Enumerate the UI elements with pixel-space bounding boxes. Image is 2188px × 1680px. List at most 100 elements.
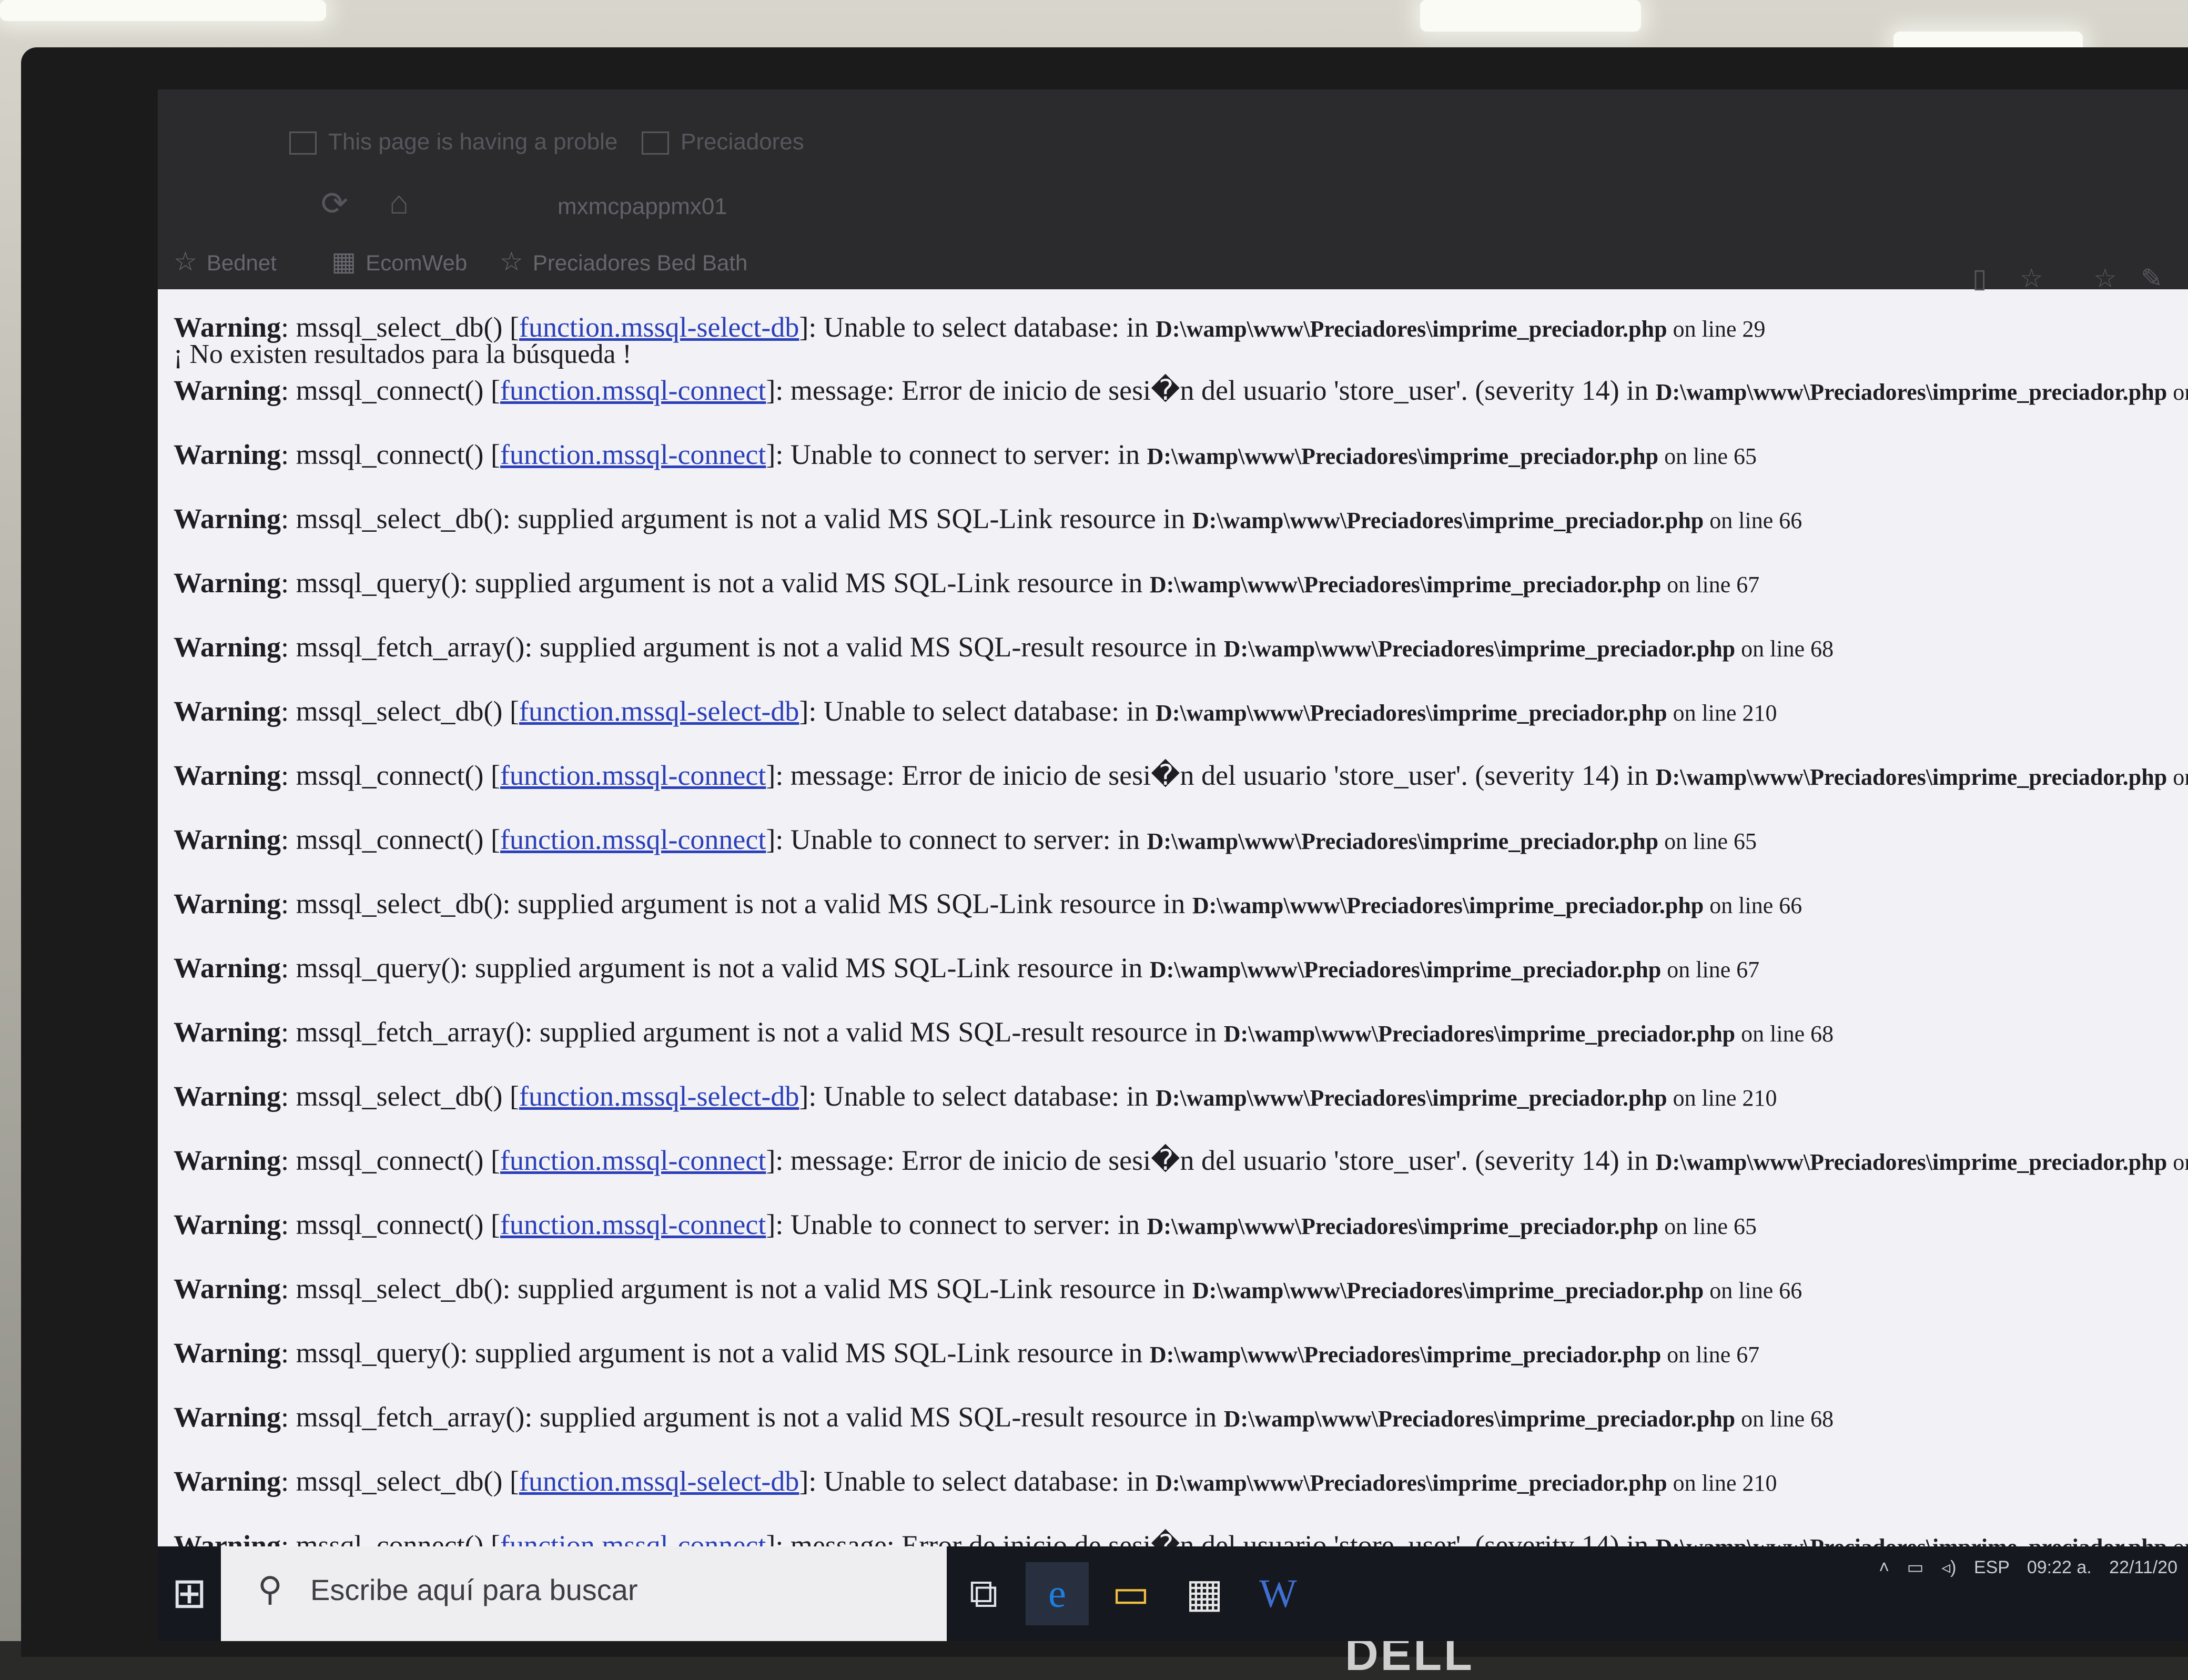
function-name: : mssql_connect() [ <box>281 760 500 791</box>
warning-message: ]: message: Error de inicio de sesi�n de… <box>766 375 1656 406</box>
ceiling-light <box>1420 0 1641 32</box>
function-doc-link[interactable]: function.mssql-connect <box>500 824 766 855</box>
function-name: : mssql_query(): supplied argument is no… <box>281 952 1150 984</box>
warning-line: Warning: mssql_query(): supplied argumen… <box>174 951 1759 987</box>
function-name: : mssql_connect() [ <box>281 1209 500 1240</box>
taskbar-search[interactable]: ⚲ Escribe aquí para buscar <box>221 1546 947 1641</box>
function-doc-link[interactable]: function.mssql-select-db <box>519 1080 799 1112</box>
start-button[interactable]: ⊞ <box>158 1546 221 1641</box>
store-icon[interactable]: ▦ <box>1173 1562 1236 1625</box>
search-placeholder: Escribe aquí para buscar <box>310 1573 638 1606</box>
warning-label: Warning <box>174 1337 281 1369</box>
browser-chrome: This page is having a proble Preciadores… <box>158 89 2188 293</box>
warning-line: Warning: mssql_connect() [function.mssql… <box>174 438 1757 473</box>
warning-label: Warning <box>174 1465 281 1497</box>
function-name: : mssql_connect() [ <box>281 439 500 470</box>
clock-time[interactable]: 09:22 a. <box>2027 1557 2092 1577</box>
line-number: on line 65 <box>1658 1213 1757 1239</box>
function-name: : mssql_fetch_array(): supplied argument… <box>281 1401 1224 1433</box>
line-number: on line 68 <box>1735 1406 1834 1432</box>
warning-label: Warning <box>174 375 281 406</box>
function-doc-link[interactable]: function.mssql-select-db <box>519 695 799 727</box>
warning-message: ]: Unable to connect to server: in <box>766 439 1147 470</box>
line-number: on line 65 <box>1658 828 1757 854</box>
favorite-preciadores[interactable]: ☆ Preciadores Bed Bath <box>500 246 747 277</box>
file-path: D:\wamp\www\Preciadores\imprime_preciado… <box>1147 828 1659 854</box>
file-path: D:\wamp\www\Preciadores\imprime_preciado… <box>1223 1406 1736 1432</box>
warning-label: Warning <box>174 567 281 599</box>
function-name: : mssql_select_db(): supplied argument i… <box>281 503 1192 534</box>
warning-message: ]: message: Error de inicio de sesi�n de… <box>766 760 1656 791</box>
line-number: on line 66 <box>1704 893 1802 918</box>
warning-line: Warning: mssql_fetch_array(): supplied a… <box>174 1400 1834 1436</box>
function-name: : mssql_connect() [ <box>281 824 500 855</box>
warning-message: ]: Unable to select database: in <box>799 311 1156 343</box>
favorites-hub-icon[interactable]: ☆ <box>2093 263 2117 294</box>
favorite-label: EcomWeb <box>366 250 468 275</box>
system-tray: ˄ ▭ ◃) ESP 09:22 a. 22/11/20 <box>1866 1557 2177 1578</box>
line-number: on line 65 <box>1658 443 1757 469</box>
chevron-up-icon[interactable]: ˄ <box>1879 1557 1889 1577</box>
function-doc-link[interactable]: function.mssql-connect <box>500 439 766 470</box>
line-number: on line 210 <box>1667 700 1777 726</box>
function-doc-link[interactable]: function.mssql-connect <box>500 375 766 406</box>
warning-line: Warning: mssql_select_db(): supplied arg… <box>174 887 1802 923</box>
function-name: : mssql_fetch_array(): supplied argument… <box>281 631 1224 663</box>
pen-icon[interactable]: ✎ <box>2141 263 2163 294</box>
favorite-bednet[interactable]: ☆ Bednet <box>174 246 277 277</box>
language-indicator[interactable]: ESP <box>1974 1557 2009 1577</box>
file-path: D:\wamp\www\Preciadores\imprime_preciado… <box>1655 764 2167 790</box>
warning-line: Warning: mssql_fetch_array(): supplied a… <box>174 630 1834 666</box>
warning-line: Warning: mssql_query(): supplied argumen… <box>174 1336 1759 1372</box>
function-doc-link[interactable]: function.mssql-select-db <box>519 311 799 343</box>
file-path: D:\wamp\www\Preciadores\imprime_preciado… <box>1156 1085 1667 1111</box>
warning-label: Warning <box>174 1401 281 1433</box>
function-doc-link[interactable]: function.mssql-connect <box>500 1209 766 1240</box>
volume-icon[interactable]: ◃) <box>1941 1557 1956 1577</box>
function-name: : mssql_query(): supplied argument is no… <box>281 1337 1150 1369</box>
warning-line: Warning: mssql_select_db() [function.mss… <box>174 694 1777 730</box>
line-number: on line 66 <box>1704 1278 1802 1303</box>
page-icon <box>642 131 669 155</box>
clock-date[interactable]: 22/11/20 <box>2109 1557 2177 1577</box>
function-doc-link[interactable]: function.mssql-connect <box>500 1145 766 1176</box>
tab-preciadores[interactable]: Preciadores <box>642 121 804 163</box>
network-icon[interactable]: ▭ <box>1907 1557 1924 1577</box>
warning-label: Warning <box>174 1016 281 1048</box>
edge-icon[interactable]: e <box>1026 1562 1089 1625</box>
home-icon[interactable]: ⌂ <box>389 184 409 221</box>
favorite-label: Preciadores Bed Bath <box>532 250 748 275</box>
line-number: on line 68 <box>1735 1021 1834 1047</box>
warning-label: Warning <box>174 760 281 791</box>
favorite-star-icon[interactable]: ☆ <box>2020 263 2043 294</box>
function-name: : mssql_fetch_array(): supplied argument… <box>281 1016 1224 1048</box>
task-view-icon[interactable]: ⧉ <box>952 1562 1015 1625</box>
file-path: D:\wamp\www\Preciadores\imprime_preciado… <box>1156 316 1667 342</box>
line-number: on line 65 <box>2173 379 2188 405</box>
line-number: on line 65 <box>2173 764 2188 790</box>
warning-label: Warning <box>174 695 281 727</box>
warning-line: Warning: mssql_select_db(): supplied arg… <box>174 1272 1802 1308</box>
warning-message: ]: Unable to connect to server: in <box>766 1209 1147 1240</box>
function-doc-link[interactable]: function.mssql-connect <box>500 760 766 791</box>
file-explorer-icon[interactable]: ▭ <box>1099 1562 1162 1625</box>
warning-line: Warning: mssql_select_db() [function.mss… <box>174 1079 1777 1115</box>
file-path: D:\wamp\www\Preciadores\imprime_preciado… <box>1149 572 1662 598</box>
address-bar[interactable]: mxmcpappmx01 <box>558 194 727 220</box>
word-icon[interactable]: W <box>1247 1562 1310 1625</box>
tab-error[interactable]: This page is having a proble <box>289 121 617 163</box>
warning-line: Warning: mssql_connect() [function.mssql… <box>174 373 2188 409</box>
file-path: D:\wamp\www\Preciadores\imprime_preciado… <box>1192 1278 1704 1303</box>
line-number: on line 29 <box>1667 316 1766 342</box>
refresh-icon[interactable]: ⟳ <box>321 184 348 222</box>
line-number: on line 67 <box>1661 1342 1760 1368</box>
file-path: D:\wamp\www\Preciadores\imprime_preciado… <box>1223 636 1736 662</box>
warning-message: ]: Unable to select database: in <box>799 695 1156 727</box>
star-icon: ☆ <box>500 247 523 276</box>
function-doc-link[interactable]: function.mssql-select-db <box>519 1465 799 1497</box>
favorite-ecomweb[interactable]: ▦ EcomWeb <box>331 246 467 277</box>
favorite-label: Bednet <box>206 250 277 275</box>
warning-label: Warning <box>174 888 281 919</box>
reading-view-icon[interactable]: ▯ <box>1972 263 1987 294</box>
function-name: : mssql_select_db(): supplied argument i… <box>281 1273 1192 1304</box>
